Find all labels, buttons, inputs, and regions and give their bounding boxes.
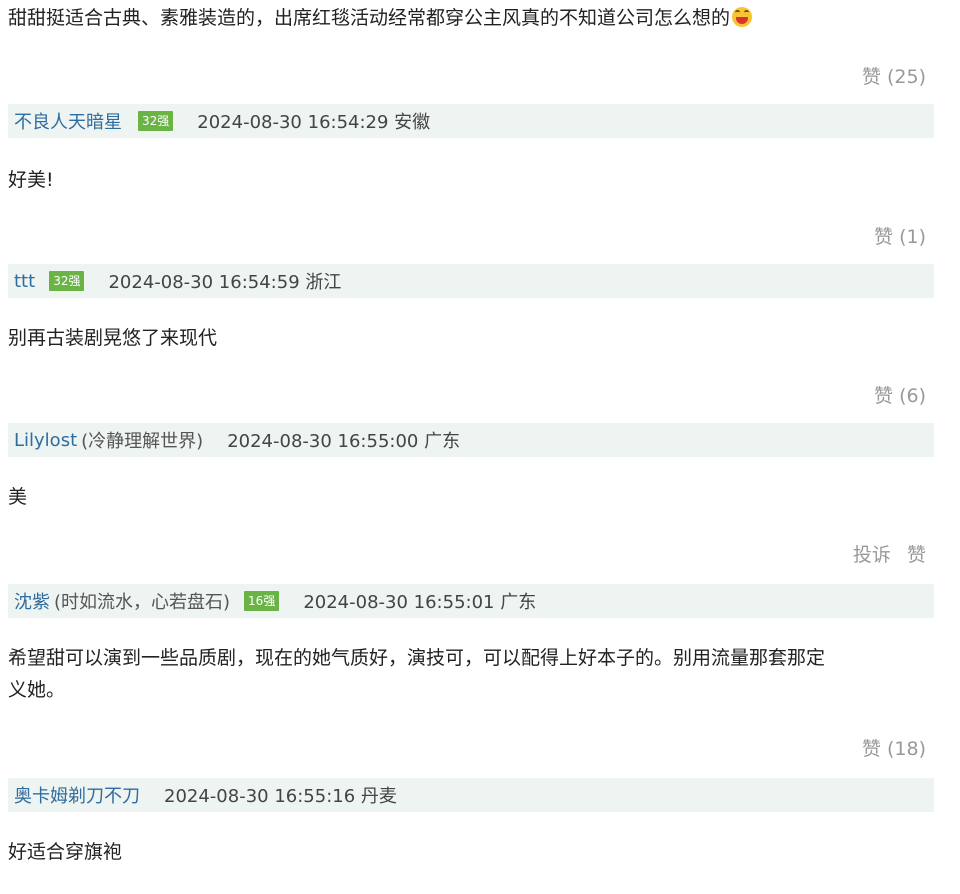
rank-badge: 32强 xyxy=(138,111,174,131)
like-button[interactable]: 赞 (1) xyxy=(874,226,926,248)
like-button[interactable]: 赞 (25) xyxy=(862,66,926,88)
username-link[interactable]: 沈紫 xyxy=(14,588,50,614)
comment-text-line: 希望甜可以演到一些品质剧，现在的她气质好，演技可，可以配得上好本子的。别用流量那… xyxy=(8,647,826,669)
user-nickname: (时如流水，心若盘石) xyxy=(54,592,231,613)
comment-meta-row: ttt 32强 2024-08-30 16:54:59 浙江 xyxy=(8,264,934,298)
comment-meta-row: 不良人天暗星 32强 2024-08-30 16:54:29 安徽 xyxy=(8,104,934,138)
comment-meta-row: 奥卡姆剃刀不刀 2024-08-30 16:55:16 丹麦 xyxy=(8,778,934,812)
comment-text: 美 xyxy=(8,486,28,508)
like-button[interactable]: 赞 xyxy=(907,544,926,566)
comment-meta-row: 沈紫 (时如流水，心若盘石) 16强 2024-08-30 16:55:01 广… xyxy=(8,584,934,618)
report-button[interactable]: 投诉 xyxy=(853,544,891,566)
comment-text: 好美! xyxy=(8,169,54,191)
rank-badge: 32强 xyxy=(49,271,85,291)
comment-actions: 赞 (18) xyxy=(852,734,926,761)
comment-actions: 投诉 赞 xyxy=(843,540,926,567)
comment-list: 甜甜挺适合古典、素雅装造的，出席红毯活动经常都穿公主风真的不知道公司怎么想的 赞… xyxy=(0,0,960,894)
comment-text: 别再古装剧晃悠了来现代 xyxy=(8,327,218,349)
comment-text-line: 义她。 xyxy=(8,679,66,701)
comment-text: 好适合穿旗袍 xyxy=(8,841,123,863)
comment-actions: 赞 (6) xyxy=(864,381,926,408)
username-link[interactable]: Lilylost xyxy=(14,430,77,451)
comment-text: 甜甜挺适合古典、素雅装造的，出席红毯活动经常都穿公主风真的不知道公司怎么想的 xyxy=(8,2,928,34)
comment-timestamp-location: 2024-08-30 16:54:29 安徽 xyxy=(197,112,431,133)
like-button[interactable]: 赞 (6) xyxy=(874,385,926,407)
comment-actions: 赞 (25) xyxy=(852,62,926,89)
comment-timestamp-location: 2024-08-30 16:55:00 广东 xyxy=(227,431,461,452)
username-link[interactable]: 不良人天暗星 xyxy=(14,108,122,134)
comment-timestamp-location: 2024-08-30 16:54:59 浙江 xyxy=(108,272,342,293)
rank-badge: 16强 xyxy=(244,591,280,611)
username-link[interactable]: 奥卡姆剃刀不刀 xyxy=(14,782,140,808)
like-button[interactable]: 赞 (18) xyxy=(862,738,926,760)
comment-text-content: 甜甜挺适合古典、素雅装造的，出席红毯活动经常都穿公主风真的不知道公司怎么想的 xyxy=(8,7,731,29)
comment-meta-row: Lilylost (冷静理解世界) 2024-08-30 16:55:00 广东 xyxy=(8,423,934,457)
username-link[interactable]: ttt xyxy=(14,271,35,292)
comment-actions: 赞 (1) xyxy=(864,222,926,249)
laughing-face-emoji-icon xyxy=(732,7,753,27)
comment-timestamp-location: 2024-08-30 16:55:16 丹麦 xyxy=(164,786,397,807)
comment-text: 希望甜可以演到一些品质剧，现在的她气质好，演技可，可以配得上好本子的。别用流量那… xyxy=(8,642,928,706)
comment-timestamp-location: 2024-08-30 16:55:01 广东 xyxy=(303,592,537,613)
user-nickname: (冷静理解世界) xyxy=(81,431,204,452)
